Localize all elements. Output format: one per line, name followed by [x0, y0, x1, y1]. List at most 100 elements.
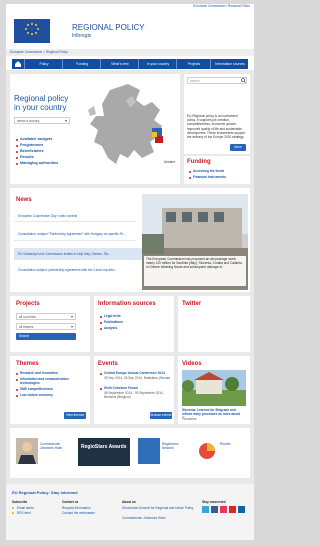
nav-tab-projects[interactable]: Projects: [176, 59, 211, 69]
breadcrumb-bar: European Commission > Regional Policy: [6, 49, 254, 56]
twitter-icon[interactable]: [202, 506, 209, 513]
search-icon[interactable]: [241, 78, 246, 83]
chevron-down-icon: ▾: [71, 314, 74, 319]
news-photo[interactable]: The European Commission has proposed an …: [142, 194, 248, 290]
event-title[interactable]: Sixth Cohesion Forum: [104, 386, 170, 390]
twitter-title: Twitter: [182, 301, 202, 307]
news-panel: News European Cooperation Day: video con…: [10, 188, 250, 292]
twitter-panel: Twitter: [178, 296, 250, 352]
hero-link[interactable]: Managing authorities: [20, 161, 70, 166]
events-title: Events: [98, 361, 118, 367]
news-item[interactable]: Consultation subject: partnership agreem…: [18, 268, 136, 272]
country-select[interactable]: select a country: [14, 117, 70, 124]
browse-events-button[interactable]: Browse events: [150, 412, 172, 419]
news-item-active[interactable]: EU Solidarity fund: Commission invites t…: [14, 248, 142, 260]
promo-label: Results: [220, 442, 231, 446]
main-nav: Policy Funding What's new In your countr…: [12, 59, 248, 69]
funding-link[interactable]: Accessing the funds: [193, 169, 247, 173]
country-panel: Regional policy in your country select a…: [10, 74, 180, 184]
rss-icon: ■: [12, 506, 14, 510]
projects-theme-select[interactable]: all themes: [16, 323, 76, 330]
promo-label: Commissioner Johannes Hahn: [40, 442, 63, 451]
more-button[interactable]: More: [230, 144, 246, 151]
news-item[interactable]: EU Solidarity fund: Commission invites t…: [18, 252, 138, 256]
information-sources-panel: Information sources Legal texts Publicat…: [94, 296, 174, 352]
projects-search-button[interactable]: Search: [16, 333, 76, 340]
video-still-image: [182, 370, 246, 406]
linkedin-icon[interactable]: [238, 506, 245, 513]
site-header: REGIONAL POLICY Inforegio: [6, 7, 254, 45]
event-title[interactable]: Central Europe Annual Conference 2014: [104, 371, 170, 375]
promo-commissioner[interactable]: Commissioner Johannes Hahn: [16, 438, 72, 466]
nav-tab-whats-new[interactable]: What's new: [100, 59, 139, 69]
select-chevron-icon: ▾: [65, 118, 68, 123]
nav-tab-policy[interactable]: Policy: [24, 59, 63, 69]
flickr-icon[interactable]: [220, 506, 227, 513]
hero-link[interactable]: Available budgets: [20, 137, 70, 142]
commissioner-portrait: [16, 438, 38, 464]
videos-panel: Videos Slovenia: Learned for Belgrade an…: [178, 356, 250, 424]
theme-link[interactable]: Information and communication technologi…: [20, 377, 86, 386]
footer-col-title: About us: [122, 500, 136, 504]
projects-title: Projects: [16, 301, 40, 307]
video-caption[interactable]: Slovenia: Learned for Belgrade and refin…: [182, 408, 246, 417]
videos-title: Videos: [182, 361, 202, 367]
news-item[interactable]: European Cooperation Day: video contest: [18, 214, 134, 218]
nav-tab-information-sources[interactable]: Information sources: [210, 59, 249, 69]
home-icon: [15, 61, 21, 67]
footer-link[interactable]: Contact the webmaster: [62, 511, 95, 515]
eu-flag-icon: [25, 23, 39, 35]
video-subcaption: Producers: [182, 417, 197, 421]
news-title: News: [16, 197, 32, 203]
themes-panel: Themes Research and innovation Informati…: [10, 356, 90, 424]
themes-title: Themes: [16, 361, 39, 367]
site-title: REGIONAL POLICY: [72, 23, 145, 32]
facebook-icon[interactable]: [211, 506, 218, 513]
theme-link[interactable]: Research and innovation: [20, 371, 86, 375]
news-photo-caption: The European Commission has proposed an …: [146, 257, 242, 270]
hero-link[interactable]: Beneficiaries: [20, 149, 70, 154]
footer-col-title: Contact us: [62, 500, 79, 504]
nav-home[interactable]: [12, 59, 24, 69]
video-thumbnail[interactable]: [182, 370, 246, 406]
nav-tab-in-your-country[interactable]: In your country: [138, 59, 177, 69]
search-input[interactable]: search: [187, 77, 247, 84]
europe-map[interactable]: [80, 80, 178, 180]
info-link[interactable]: Analysis: [104, 326, 164, 330]
event-desc: 25 Sep 2014, 26 Sep 2014, Bratislava (Sl…: [104, 376, 170, 380]
footer-link[interactable]: Request information: [62, 506, 91, 510]
search-panel: search EU Regional policy is an investme…: [184, 74, 250, 154]
promo-regiostars[interactable]: RegioStars Awards: [78, 438, 130, 466]
page: European Commission | Regional Policy RE…: [6, 4, 254, 540]
footer-heading: EU Regional Policy: Stay informed: [12, 490, 78, 495]
chevron-down-icon: ▾: [71, 324, 74, 329]
rss-icon: ■: [12, 511, 14, 515]
promo-label: RegioStars Awards: [81, 444, 127, 450]
news-item[interactable]: Consultation: subject "Partnership Agree…: [18, 232, 134, 236]
footer-link[interactable]: Directorate-General for Regional and Urb…: [122, 506, 196, 515]
footer-link[interactable]: RSS feed: [17, 511, 31, 515]
view-themes-button[interactable]: View themes: [64, 412, 86, 419]
eu-logo[interactable]: [14, 19, 50, 43]
nav-tab-funding[interactable]: Funding: [62, 59, 101, 69]
footer-link[interactable]: Commissioner Johannes Hahn: [122, 516, 196, 520]
funding-panel: Funding Accessing the funds Financial in…: [184, 156, 250, 184]
results-chart-icon: [196, 438, 218, 464]
theme-link[interactable]: SME competitiveness: [20, 387, 86, 391]
hero-link[interactable]: Results: [20, 155, 70, 160]
info-link[interactable]: Legal texts: [104, 314, 164, 318]
site-subtitle: Inforegio: [72, 33, 92, 39]
intro-text: EU Regional policy is an investment poli…: [187, 114, 246, 140]
theme-link[interactable]: Low carbon economy: [20, 393, 86, 397]
funding-link[interactable]: Financial instruments: [193, 175, 247, 179]
breadcrumb[interactable]: European Commission > Regional Policy: [10, 50, 210, 54]
promo-results[interactable]: Results: [196, 438, 246, 466]
info-link[interactable]: Publications: [104, 320, 164, 324]
youtube-icon[interactable]: [229, 506, 236, 513]
projects-country-select[interactable]: all countries: [16, 313, 76, 320]
funding-title: Funding: [187, 159, 211, 165]
promo-regioframe[interactable]: Regioframe Network: [138, 438, 188, 466]
promos-strip: Commissioner Johannes Hahn RegioStars Aw…: [10, 428, 250, 478]
hero-link[interactable]: Programmes: [20, 143, 70, 148]
footer-link[interactable]: Email alerts: [17, 506, 34, 510]
